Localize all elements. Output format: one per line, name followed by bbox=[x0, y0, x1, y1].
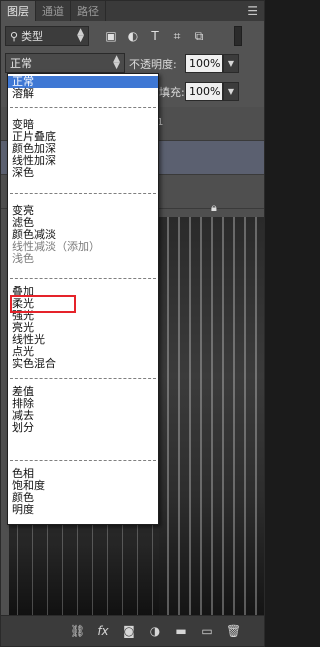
opacity-field[interactable]: 100% bbox=[185, 54, 223, 73]
panel-tabs: 图层 通道 路径 ☰ bbox=[1, 1, 264, 21]
fx-icon[interactable]: fx bbox=[96, 624, 110, 638]
blend-option-dissolve[interactable]: 溶解 bbox=[8, 88, 158, 100]
image-filter-icon[interactable]: ▣ bbox=[103, 28, 119, 44]
blend-option-luminosity[interactable]: 明度 bbox=[8, 504, 158, 516]
menu-separator bbox=[10, 460, 156, 461]
canvas-artwork-preview bbox=[151, 217, 264, 615]
new-layer-icon[interactable]: ▭ bbox=[200, 624, 214, 638]
search-icon: ⚲ bbox=[10, 29, 19, 43]
select-arrows-icon: ▲ ▼ bbox=[77, 27, 84, 44]
mask-icon[interactable]: ◙ bbox=[122, 624, 136, 638]
blend-row: 正常 ▲ ▼ 不透明度: 100% ▼ bbox=[1, 53, 264, 75]
kind-filter-label: 类型 bbox=[21, 30, 44, 43]
tab-channels[interactable]: 通道 bbox=[36, 1, 71, 21]
blend-mode-dropdown: 正常 溶解 变暗 正片叠底 颜色加深 线性加深 深色 变亮 滤色 颜色减淡 线性… bbox=[7, 73, 159, 525]
adjustment-layer-icon[interactable]: ◑ bbox=[148, 624, 162, 638]
fill-dropdown-button[interactable]: ▼ bbox=[223, 82, 239, 101]
type-filter-icon[interactable]: T bbox=[147, 28, 163, 44]
blend-option-divide[interactable]: 划分 bbox=[8, 422, 158, 434]
adjustment-filter-icon[interactable]: ◐ bbox=[125, 28, 141, 44]
link-layers-icon[interactable]: ⛓ bbox=[70, 624, 85, 638]
layers-panel: 图层 通道 路径 ☰ ⚲ 类型 ▲ ▼ ▣ ◐ T ⌗ ⧉ 正常 ▲ ▼ 不透明度:… bbox=[0, 0, 265, 647]
panel-menu-icon[interactable]: ☰ bbox=[247, 4, 258, 18]
filter-row: ⚲ 类型 ▲ ▼ ▣ ◐ T ⌗ ⧉ bbox=[1, 23, 264, 49]
opacity-label: 不透明度: bbox=[129, 58, 177, 71]
fill-label: 填充: bbox=[159, 86, 185, 99]
blend-option-lighter-color[interactable]: 浅色 bbox=[8, 253, 158, 265]
filter-toggle-switch[interactable] bbox=[234, 26, 242, 46]
shape-filter-icon[interactable]: ⌗ bbox=[169, 28, 185, 44]
smartobject-filter-icon[interactable]: ⧉ bbox=[191, 28, 207, 44]
tab-layers[interactable]: 图层 bbox=[1, 1, 36, 21]
panel-footer: ⛓ fx ◙ ◑ ▬ ▭ 🗑︎ bbox=[1, 615, 264, 646]
tab-paths[interactable]: 路径 bbox=[71, 1, 106, 21]
blend-mode-select[interactable]: 正常 ▲ ▼ bbox=[5, 53, 125, 73]
kind-filter-select[interactable]: ⚲ 类型 ▲ ▼ bbox=[5, 26, 89, 46]
menu-separator bbox=[10, 193, 156, 194]
opacity-dropdown-button[interactable]: ▼ bbox=[223, 54, 239, 73]
lock-icon: 🔒︎ bbox=[211, 201, 217, 214]
annotation-highlight-box bbox=[10, 295, 76, 313]
select-arrows-icon: ▲ ▼ bbox=[113, 54, 120, 71]
blend-option-hard-mix[interactable]: 实色混合 bbox=[8, 358, 158, 370]
blend-mode-value: 正常 bbox=[10, 57, 32, 70]
blend-option-darker-color[interactable]: 深色 bbox=[8, 167, 158, 179]
fill-field[interactable]: 100% bbox=[185, 82, 223, 101]
menu-separator bbox=[10, 278, 156, 279]
group-folder-icon[interactable]: ▬ bbox=[174, 624, 188, 638]
trash-icon[interactable]: 🗑︎ bbox=[226, 624, 241, 638]
menu-separator bbox=[10, 378, 156, 379]
menu-separator bbox=[10, 107, 156, 108]
